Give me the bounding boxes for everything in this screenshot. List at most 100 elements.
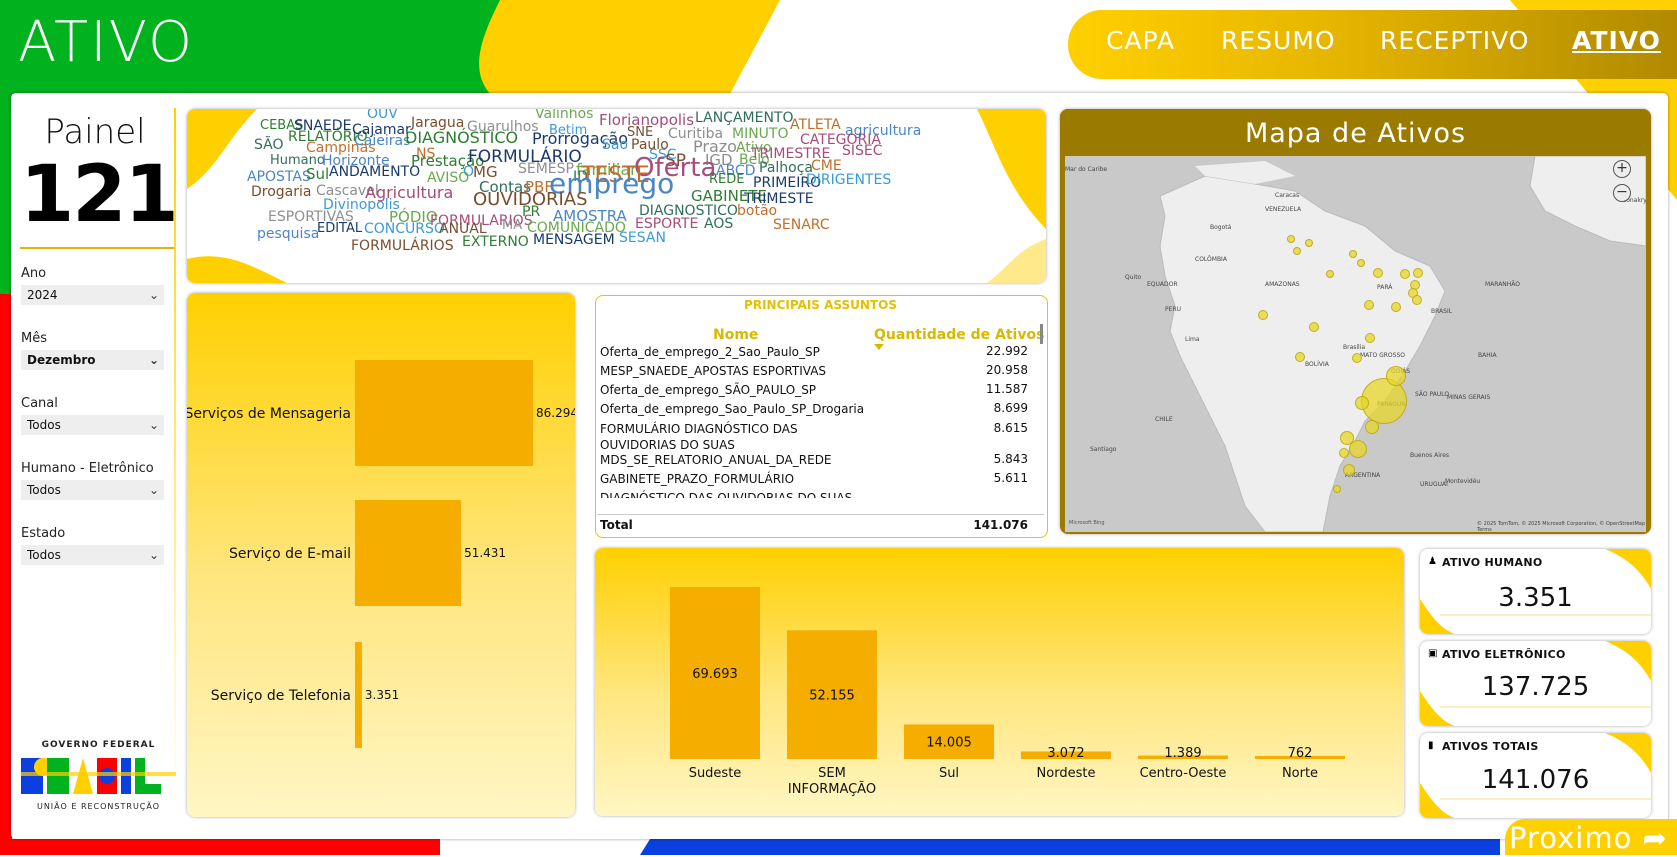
map-bubble[interactable]: [1295, 352, 1305, 362]
table-cell-name[interactable]: MESP_SNAEDE_APOSTAS ESPORTIVAS: [600, 363, 870, 379]
map-bubble[interactable]: [1373, 268, 1383, 278]
filter-select-ano[interactable]: 2024 ⌄: [21, 285, 164, 305]
wordcloud-word[interactable]: EDITAL: [317, 222, 362, 235]
region-value-label: 69.693: [692, 667, 738, 682]
next-page-button[interactable]: Proximo ➦: [1505, 819, 1677, 855]
map-bubble[interactable]: [1400, 269, 1410, 279]
map-bubble[interactable]: [1365, 333, 1375, 343]
wordcloud-word[interactable]: CME: [811, 159, 842, 173]
page-title: ATIVO: [18, 10, 195, 75]
channel-bar[interactable]: [355, 500, 462, 606]
channel-bar[interactable]: [355, 360, 533, 466]
map-bubble[interactable]: [1364, 300, 1374, 310]
map-bubble[interactable]: [1357, 259, 1365, 267]
filter-label-canal: Canal: [21, 396, 58, 411]
wordcloud-word[interactable]: Caieiras: [354, 134, 410, 148]
map-bubble[interactable]: [1333, 485, 1341, 493]
wordcloud-word[interactable]: REDE: [709, 173, 744, 186]
wordcloud-word[interactable]: APOSTAS: [247, 170, 311, 184]
map-bubble[interactable]: [1339, 448, 1349, 458]
filter-select-mes[interactable]: Dezembro ⌄: [21, 350, 164, 370]
map-bubble[interactable]: [1326, 270, 1334, 278]
wordcloud-word[interactable]: Valinhos: [535, 109, 593, 121]
wordcloud-word[interactable]: FORMULÁRIOS: [351, 239, 454, 253]
nav-capa[interactable]: CAPA: [1106, 26, 1175, 55]
wordcloud-word[interactable]: ESPORTE: [635, 217, 698, 231]
wordcloud-word[interactable]: EXTERNO: [462, 235, 529, 249]
map-bubble[interactable]: [1355, 396, 1369, 410]
map-bubble[interactable]: [1349, 250, 1357, 258]
channel-bar[interactable]: [355, 642, 362, 748]
map-bubble[interactable]: [1305, 239, 1313, 247]
wordcloud-word[interactable]: DIAGNÓSTICO: [405, 130, 518, 146]
map-place-label: URUGUAI: [1420, 481, 1448, 488]
column-header-nome[interactable]: Nome: [713, 327, 758, 343]
table-cell-name[interactable]: GABINETE_PRAZO_FORMULÁRIO: [600, 471, 870, 487]
table-cell-qty: 8.699: [993, 401, 1028, 415]
map-bubble[interactable]: [1309, 322, 1319, 332]
wordcloud-word[interactable]: LANÇAMENTO: [695, 111, 794, 125]
map-place-label: MATO GROSSO: [1360, 352, 1405, 359]
table-cell-name[interactable]: DIAGNÓSTICO DAS OUVIDORIAS DO SUAS: [600, 490, 870, 498]
table-cell-name[interactable]: FORMULÁRIO DIAGNÓSTICO DAS OUVIDORIAS DO…: [600, 421, 870, 453]
wordcloud-word[interactable]: ATLETA: [790, 118, 841, 132]
wordcloud-word[interactable]: CONCURSO: [364, 222, 445, 236]
map-bubble[interactable]: [1293, 247, 1301, 255]
zoom-in-button[interactable]: +: [1613, 160, 1631, 178]
map-bubble[interactable]: [1258, 310, 1268, 320]
region-value-label: 762: [1288, 746, 1313, 761]
wordcloud-word[interactable]: MINUTO: [732, 127, 789, 141]
map-bubble[interactable]: [1413, 268, 1423, 278]
region-value-label: 14.005: [926, 736, 972, 751]
wordcloud-word[interactable]: MENSAGEM: [533, 233, 615, 247]
chevron-down-icon: ⌄: [148, 353, 159, 367]
map-bubble[interactable]: [1391, 302, 1401, 312]
wordcloud-word[interactable]: ANDAMENTO: [329, 165, 420, 179]
filter-label-mes: Mês: [21, 331, 47, 346]
nav-receptivo[interactable]: RECEPTIVO: [1380, 26, 1529, 55]
filter-select-humano[interactable]: Todos ⌄: [21, 480, 164, 500]
filter-select-canal[interactable]: Todos ⌄: [21, 415, 164, 435]
wordcloud-word[interactable]: Palhoça: [759, 161, 813, 175]
map-place-label: Brasília: [1343, 344, 1366, 351]
wordcloud-word[interactable]: Sul: [306, 167, 329, 182]
nav-ativo[interactable]: ATIVO: [1572, 26, 1661, 55]
logo-top-text: GOVERNO FEDERAL: [41, 740, 156, 750]
wordcloud-word[interactable]: botão: [737, 204, 777, 218]
wordcloud-word[interactable]: AOS: [704, 217, 733, 231]
map-bubble[interactable]: [1352, 353, 1362, 363]
wordcloud-word[interactable]: OUV: [367, 109, 398, 121]
map-bubble[interactable]: [1365, 420, 1379, 434]
table-cell-name[interactable]: MDS_SE_RELATORIO_ANUAL_DA_REDE: [600, 452, 870, 468]
wordcloud-word[interactable]: Sao: [602, 138, 628, 152]
column-header-quantidade[interactable]: Quantidade de Ativos: [874, 327, 1044, 343]
filter-select-estado[interactable]: Todos ⌄: [21, 545, 164, 565]
wordcloud-word[interactable]: SESAN: [619, 231, 666, 245]
wordcloud-word[interactable]: SÃO: [254, 138, 284, 152]
channel-category-label: Serviços de Mensageria: [187, 406, 351, 422]
map-bubble[interactable]: [1287, 235, 1295, 243]
table-body: Oferta_de_emprego_2_Sao_Paulo_SP 22.992 ME…: [0, 0, 1028, 498]
map-bubble[interactable]: [1343, 464, 1355, 476]
map-bubble[interactable]: [1412, 295, 1422, 305]
map-area[interactable]: Mar do Caribe Caracas VENEZUELA Bogotá COLÔM…: [1065, 156, 1646, 532]
table-scrollbar[interactable]: [1040, 324, 1043, 344]
wordcloud-word[interactable]: MA: [502, 219, 522, 232]
wordcloud-word[interactable]: SISEC: [842, 144, 883, 158]
nav-resumo[interactable]: RESUMO: [1221, 26, 1336, 55]
map-bubble[interactable]: [1340, 431, 1354, 445]
region-category-label: Sul: [939, 766, 959, 781]
wordcloud-word[interactable]: Drogaria: [251, 185, 311, 199]
channel-chart-card: Serviços de Mensageria 86.294 Serviço de E…: [187, 293, 575, 817]
zoom-out-button[interactable]: −: [1613, 184, 1631, 202]
map-bubble[interactable]: [1386, 366, 1406, 386]
share-arrow-icon: ➦: [1642, 821, 1668, 855]
wordcloud-word[interactable]: PR: [522, 205, 540, 219]
table-cell-name[interactable]: Oferta_de_emprego_Sao_Paulo_SP_Drogaria: [600, 401, 870, 417]
table-cell-name[interactable]: Oferta_de_emprego_2_Sao_Paulo_SP: [600, 344, 870, 360]
table-cell-name[interactable]: Oferta_de_emprego_SÃO_PAULO_SP: [600, 382, 870, 398]
wordcloud-word[interactable]: DIRIGENTES: [806, 173, 891, 187]
kpi-value-humano: 3.351: [1498, 583, 1573, 613]
wordcloud-word[interactable]: SENARC: [773, 218, 830, 232]
wordcloud-word[interactable]: pesquisa: [257, 227, 319, 241]
